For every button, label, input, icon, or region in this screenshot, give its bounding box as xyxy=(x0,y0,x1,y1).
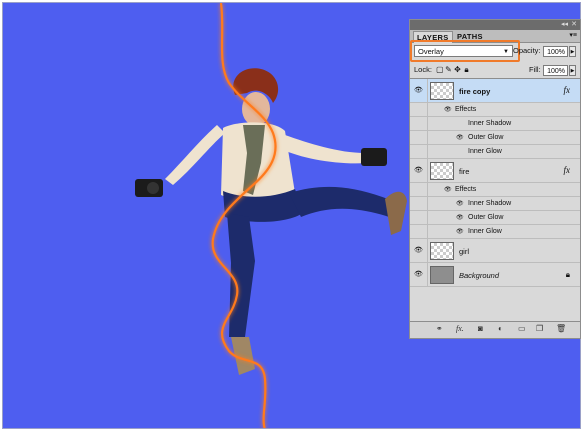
opacity-field[interactable]: 100% xyxy=(543,46,568,57)
new-layer-icon[interactable]: ❐ xyxy=(536,324,543,333)
visibility-eye-icon[interactable]: 👁︎ xyxy=(456,134,464,141)
effects-row[interactable]: 👁︎ Effects xyxy=(410,103,580,117)
layer-row-background[interactable]: 👁︎ Background 🔒︎ xyxy=(410,263,580,287)
layer-thumbnail xyxy=(430,82,454,100)
fill-stepper[interactable]: ▶ xyxy=(569,65,576,76)
effect-row[interactable]: Inner Glow xyxy=(410,145,580,159)
visibility-eye-icon[interactable]: 👁︎ xyxy=(414,246,423,255)
collapse-icon[interactable]: ◂◂ xyxy=(561,21,568,29)
effect-inner-glow: Inner Glow xyxy=(468,228,502,235)
fx-icon[interactable]: fx xyxy=(564,85,571,95)
opacity-stepper[interactable]: ▶ xyxy=(569,46,576,57)
fx-icon[interactable]: fx. xyxy=(456,324,464,333)
effect-row[interactable]: 👁︎ Outer Glow xyxy=(410,211,580,225)
close-icon[interactable]: ✕ xyxy=(571,21,577,29)
fx-icon[interactable]: fx xyxy=(564,165,571,175)
layers-panel: ◂◂ ✕ LAYERS PATHS ▾≡ Overlay ▼ Opacity: … xyxy=(409,19,581,339)
lock-icons: ▢✎✥ 🔒︎ xyxy=(436,65,472,75)
blend-mode-select[interactable]: Overlay ▼ xyxy=(414,45,513,57)
layer-list: 👁︎ fire copy fx 👁︎ Effects Inner Shadow … xyxy=(410,78,580,325)
layer-thumbnail xyxy=(430,266,454,284)
layer-row-fire-copy[interactable]: 👁︎ fire copy fx xyxy=(410,79,580,103)
effects-row[interactable]: 👁︎ Effects xyxy=(410,183,580,197)
lock-move-icon[interactable]: ✥ xyxy=(454,65,463,74)
lock-all-icon[interactable]: 🔒︎ xyxy=(463,65,472,75)
group-icon[interactable]: ▭ xyxy=(518,324,526,333)
adjustment-icon[interactable]: ◐ xyxy=(498,324,503,333)
visibility-eye-icon[interactable]: 👁︎ xyxy=(456,200,464,207)
visibility-eye-icon[interactable]: 👁︎ xyxy=(414,86,423,95)
visibility-eye-icon[interactable]: 👁︎ xyxy=(414,270,423,279)
effect-inner-glow: Inner Glow xyxy=(468,148,502,155)
panel-footer: ⚭ fx. ◙ ◐ ▭ ❐ 🗑︎ xyxy=(410,321,580,338)
layer-name[interactable]: girl xyxy=(459,247,469,256)
layer-name[interactable]: fire xyxy=(459,167,469,176)
effect-row[interactable]: 👁︎ Inner Shadow xyxy=(410,197,580,211)
lock-paint-icon[interactable]: ✎ xyxy=(445,65,454,74)
fill-label: Fill: xyxy=(529,65,541,74)
opacity-label: Opacity: xyxy=(513,46,541,55)
effect-inner-shadow: Inner Shadow xyxy=(468,120,512,127)
layer-name[interactable]: Background xyxy=(459,271,499,280)
effects-label: Effects xyxy=(455,186,477,193)
effect-row[interactable]: Inner Shadow xyxy=(410,117,580,131)
trash-icon[interactable]: 🗑︎ xyxy=(556,324,566,333)
effects-label: Effects xyxy=(455,106,477,113)
fill-field[interactable]: 100% xyxy=(543,65,568,76)
visibility-eye-icon[interactable]: 👁︎ xyxy=(414,166,423,175)
effect-row[interactable]: 👁︎ Outer Glow xyxy=(410,131,580,145)
layer-row-fire[interactable]: 👁︎ fire fx xyxy=(410,159,580,183)
blend-mode-value: Overlay xyxy=(418,47,444,56)
panel-title-bar[interactable]: ◂◂ ✕ xyxy=(410,20,580,30)
visibility-eye-icon[interactable]: 👁︎ xyxy=(456,228,464,235)
layer-thumbnail xyxy=(430,242,454,260)
dropdown-arrow-icon: ▼ xyxy=(503,49,509,55)
panel-menu-icon[interactable]: ▾≡ xyxy=(569,31,577,39)
girl-figure xyxy=(135,68,407,375)
lock-label: Lock: xyxy=(414,65,432,74)
visibility-eye-icon[interactable]: 👁︎ xyxy=(456,214,464,221)
mask-icon[interactable]: ◙ xyxy=(478,324,483,333)
effect-row[interactable]: 👁︎ Inner Glow xyxy=(410,225,580,239)
link-icon[interactable]: ⚭ xyxy=(436,324,443,333)
layer-thumbnail xyxy=(430,162,454,180)
effect-outer-glow: Outer Glow xyxy=(468,214,504,221)
lock-transparent-icon[interactable]: ▢ xyxy=(436,65,445,74)
layer-row-girl[interactable]: 👁︎ girl xyxy=(410,239,580,263)
lock-icon: 🔒︎ xyxy=(565,270,570,279)
effect-outer-glow: Outer Glow xyxy=(468,134,504,141)
effect-inner-shadow: Inner Shadow xyxy=(468,200,512,207)
visibility-eye-icon[interactable]: 👁︎ xyxy=(444,106,452,113)
layer-name[interactable]: fire copy xyxy=(459,87,490,96)
visibility-eye-icon[interactable]: 👁︎ xyxy=(444,186,452,193)
